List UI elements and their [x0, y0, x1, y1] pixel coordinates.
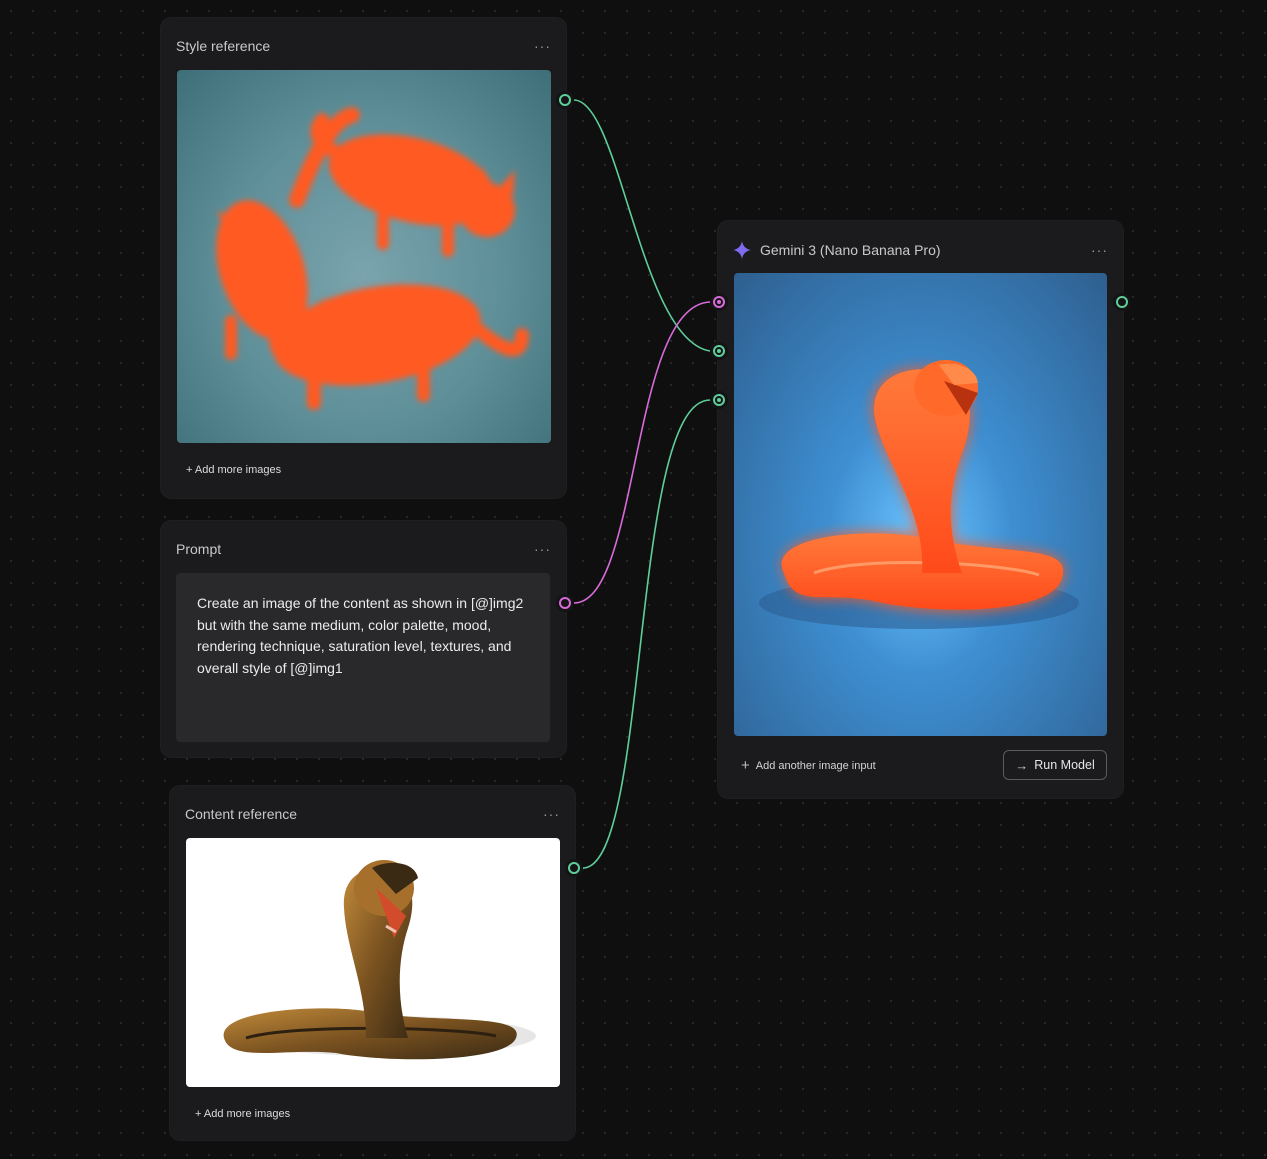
node-title: Prompt: [176, 541, 222, 557]
plus-icon: +: [741, 757, 750, 774]
node-header: Style reference ···: [176, 36, 551, 56]
prompt-output-port[interactable]: [556, 594, 574, 612]
neon-cobra-illustration: [759, 360, 1079, 629]
model-output-port[interactable]: [1113, 293, 1131, 311]
cats-illustration: [216, 107, 529, 410]
add-image-input-button[interactable]: + Add another image input: [741, 758, 876, 773]
model-image1-input-port[interactable]: [710, 342, 728, 360]
model-title-group: Gemini 3 (Nano Banana Pro): [733, 241, 941, 259]
style-output-port[interactable]: [556, 91, 574, 109]
content-reference-image[interactable]: [186, 838, 560, 1087]
more-horizontal-icon[interactable]: ···: [1091, 243, 1108, 257]
node-title: Gemini 3 (Nano Banana Pro): [760, 242, 941, 258]
add-more-images-link[interactable]: + Add more images: [186, 464, 281, 476]
style-reference-node[interactable]: Style reference ··· + Add more images: [161, 18, 566, 498]
node-header: Content reference ···: [185, 804, 560, 824]
cobra-photo: [223, 860, 536, 1060]
content-reference-node[interactable]: Content reference ··· + Add more images: [170, 786, 575, 1140]
more-horizontal-icon[interactable]: ···: [543, 807, 560, 821]
model-prompt-input-port[interactable]: [710, 293, 728, 311]
prompt-node[interactable]: Prompt ··· Create an image of the conten…: [161, 521, 566, 757]
run-model-button[interactable]: → Run Model: [1003, 750, 1107, 780]
arrow-right-icon: →: [1015, 757, 1029, 773]
wire-style-to-model: [573, 99, 711, 352]
wire-prompt-to-model: [573, 301, 711, 604]
more-horizontal-icon[interactable]: ···: [534, 542, 551, 556]
prompt-textarea[interactable]: Create an image of the content as shown …: [176, 573, 550, 742]
node-header: Prompt ···: [176, 539, 551, 559]
wire-content-to-model: [582, 399, 711, 869]
model-image2-input-port[interactable]: [710, 391, 728, 409]
node-title: Content reference: [185, 806, 298, 822]
more-horizontal-icon[interactable]: ···: [534, 39, 551, 53]
node-header: Gemini 3 (Nano Banana Pro) ···: [733, 240, 1108, 260]
model-node[interactable]: Gemini 3 (Nano Banana Pro) ··· + Add ano…: [718, 221, 1123, 798]
generated-output-image[interactable]: [734, 273, 1107, 736]
add-input-label: Add another image input: [755, 759, 876, 772]
node-title: Style reference: [176, 38, 271, 54]
style-reference-image[interactable]: [177, 70, 551, 443]
run-model-label: Run Model: [1034, 758, 1095, 772]
add-more-images-link[interactable]: + Add more images: [195, 1108, 290, 1120]
gemini-sparkle-icon: [733, 241, 751, 259]
content-output-port[interactable]: [565, 859, 583, 877]
